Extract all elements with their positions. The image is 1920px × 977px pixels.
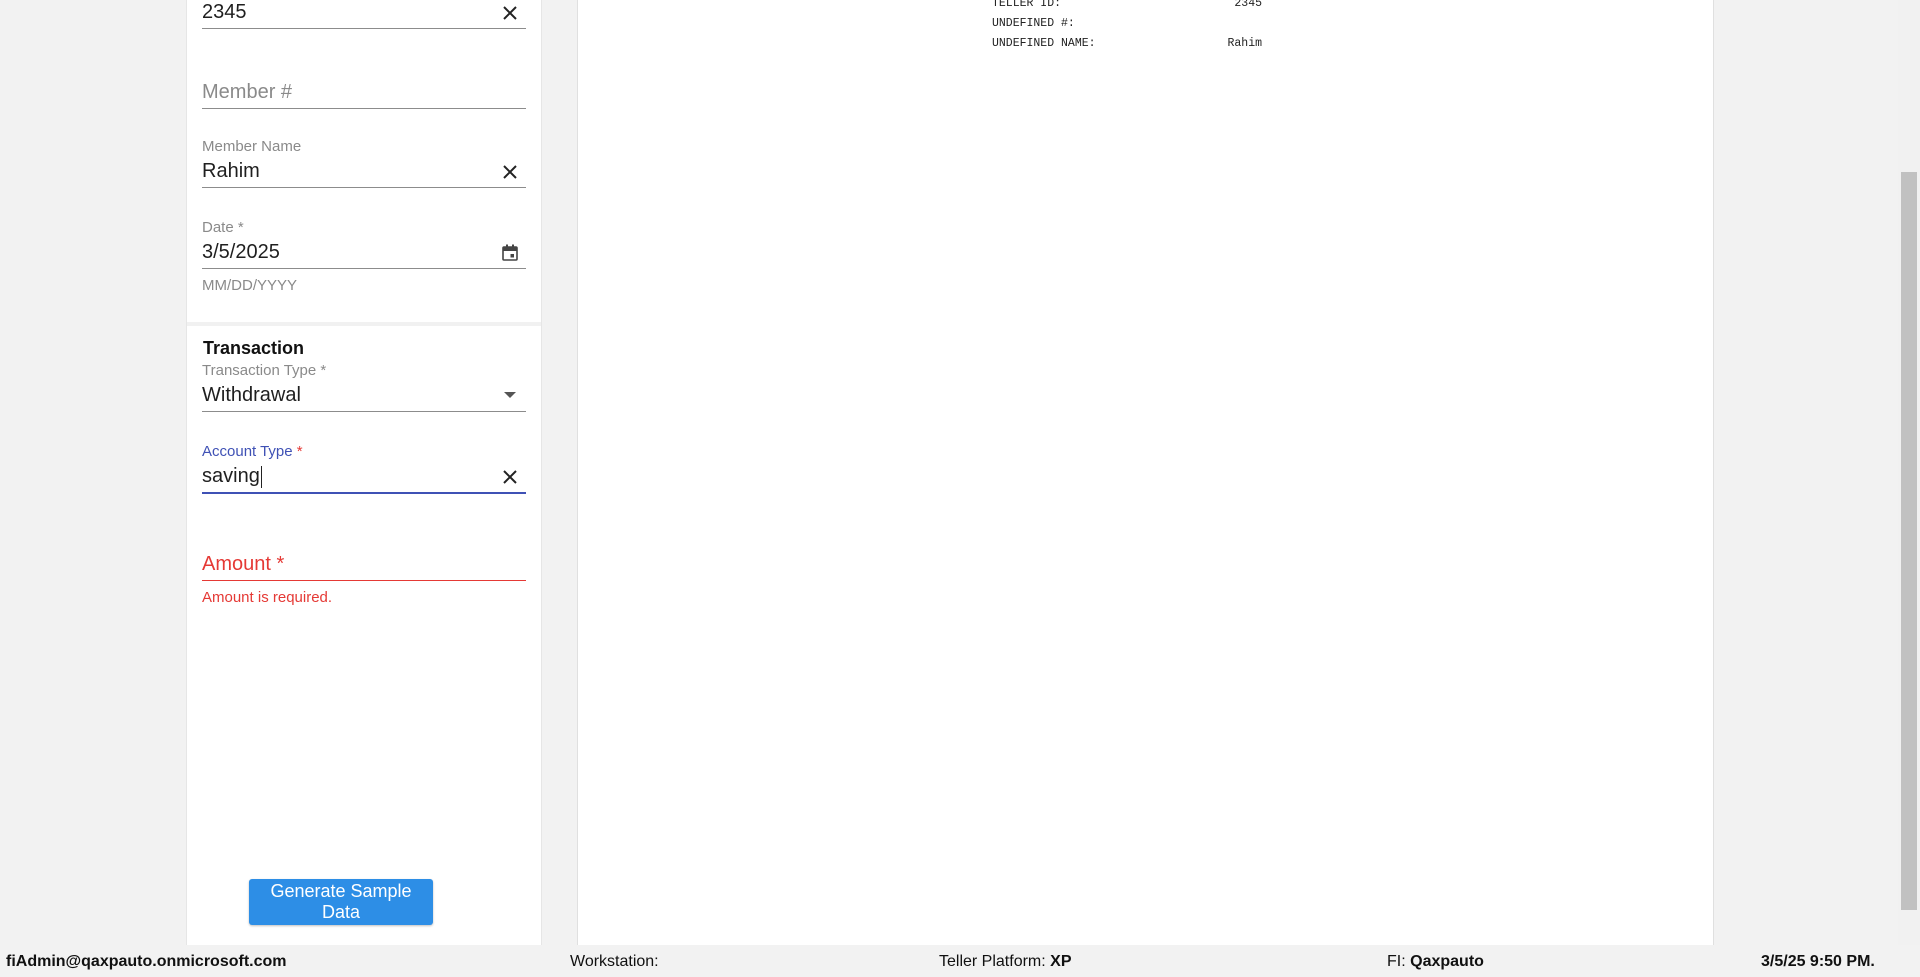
date-label: Date * <box>202 219 244 236</box>
transaction-type-label: Transaction Type * <box>202 362 327 379</box>
account-type-value[interactable]: saving <box>202 465 260 487</box>
teller-id-value[interactable]: 2345 <box>202 1 498 24</box>
member-number-placeholder[interactable]: Member # <box>202 81 526 104</box>
teller-id-input-row[interactable]: 2345 <box>202 0 526 29</box>
member-name-label: Member Name <box>202 138 302 155</box>
section-divider <box>187 322 541 326</box>
amount-field[interactable]: Amount * Amount is required. <box>202 549 526 606</box>
account-type-value-wrap[interactable]: saving <box>202 465 498 488</box>
status-user-email: fiAdmin@qaxpauto.onmicrosoft.com <box>6 953 287 970</box>
account-type-field[interactable]: Account Type * saving <box>202 443 526 494</box>
member-number-input-row[interactable]: Member # <box>202 77 526 109</box>
receipt-row-label: UNDEFINED NAME: <box>992 37 1096 50</box>
status-platform: Teller Platform: XP <box>939 953 1072 971</box>
status-platform-value: XP <box>1050 953 1072 970</box>
member-number-field[interactable]: Member # <box>202 77 526 109</box>
receipt-row-value: 2345 <box>1234 0 1262 10</box>
member-name-value[interactable]: Rahim <box>202 160 498 183</box>
required-mark: * <box>296 443 303 460</box>
receipt-text: TELLER ID: 2345 UNDEFINED #: UNDEFINED N… <box>992 0 1262 54</box>
status-fi-value: Qaxpauto <box>1410 953 1484 970</box>
scrollbar-thumb[interactable] <box>1901 172 1917 910</box>
account-type-label: Account Type * <box>202 443 526 461</box>
transaction-type-input-row[interactable]: Withdrawal <box>202 380 526 412</box>
status-workstation: Workstation: <box>570 953 659 971</box>
member-name-input-row[interactable]: Rahim <box>202 156 526 188</box>
account-type-label-text: Account Type <box>202 443 293 460</box>
date-field[interactable]: Date * 3/5/2025 MM/DD/YYYY <box>202 219 526 294</box>
teller-id-field[interactable]: 2345 <box>202 0 526 29</box>
amount-input-row[interactable]: Amount * <box>202 549 526 581</box>
close-icon[interactable] <box>498 465 522 489</box>
generate-sample-data-button[interactable]: Generate Sample Data <box>249 879 433 925</box>
receipt-preview-panel: TELLER ID: 2345 UNDEFINED #: UNDEFINED N… <box>577 0 1714 945</box>
status-platform-label: Teller Platform: <box>939 953 1046 970</box>
date-value[interactable]: 3/5/2025 <box>202 241 498 264</box>
status-workstation-label: Workstation: <box>570 953 659 970</box>
member-name-field[interactable]: Member Name Rahim <box>202 138 526 188</box>
close-icon[interactable] <box>498 160 522 184</box>
receipt-row-label: UNDEFINED #: <box>992 17 1075 30</box>
transaction-type-select[interactable]: Transaction Type * Withdrawal <box>202 362 526 412</box>
status-datetime: 3/5/25 9:50 PM. <box>1761 953 1875 971</box>
receipt-row-label: TELLER ID: <box>992 0 1062 10</box>
date-format-hint: MM/DD/YYYY <box>202 277 298 294</box>
account-type-input-row[interactable]: saving <box>202 461 526 494</box>
amount-placeholder[interactable]: Amount * <box>202 553 526 576</box>
transaction-section-title: Transaction <box>203 338 305 358</box>
text-cursor <box>260 465 262 488</box>
status-datetime-value: 3/5/25 9:50 PM. <box>1761 953 1875 970</box>
status-fi-label: FI: <box>1387 953 1406 970</box>
caret-down-icon[interactable] <box>498 384 522 408</box>
transaction-type-value[interactable]: Withdrawal <box>202 384 498 407</box>
transaction-form-panel: 2345 Member # Member Name Rahim Date * 3… <box>186 0 542 945</box>
status-bar: fiAdmin@qaxpauto.onmicrosoft.com Worksta… <box>0 945 1920 977</box>
close-icon[interactable] <box>498 1 522 25</box>
receipt-row: UNDEFINED #: <box>992 14 1262 34</box>
amount-error-message: Amount is required. <box>202 589 333 606</box>
date-input-row[interactable]: 3/5/2025 <box>202 237 526 269</box>
status-user: fiAdmin@qaxpauto.onmicrosoft.com <box>6 953 287 971</box>
receipt-row-value: Rahim <box>1227 37 1262 50</box>
status-fi: FI: Qaxpauto <box>1387 953 1484 971</box>
vertical-scrollbar[interactable] <box>1898 0 1920 945</box>
receipt-row: TELLER ID: 2345 <box>992 0 1262 14</box>
receipt-row: UNDEFINED NAME: Rahim <box>992 34 1262 54</box>
calendar-icon[interactable] <box>498 241 522 265</box>
